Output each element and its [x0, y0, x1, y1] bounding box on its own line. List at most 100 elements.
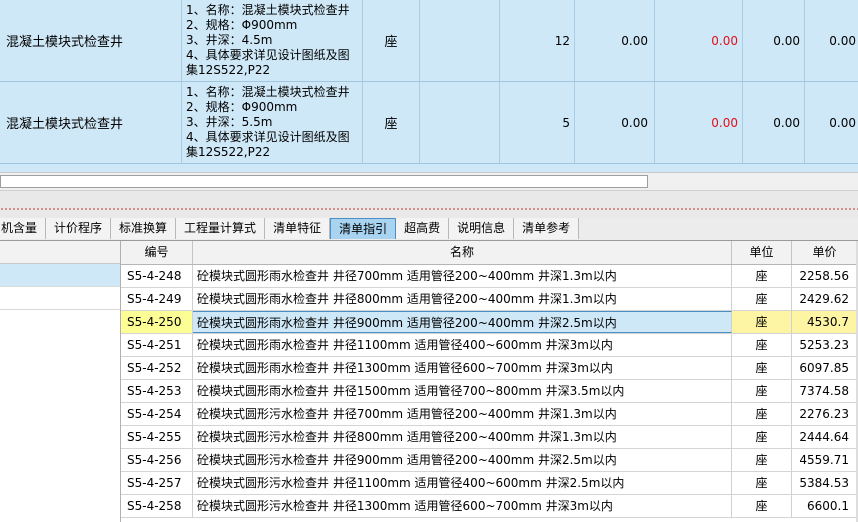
- quota-code: S5-4-250: [121, 311, 193, 333]
- table-row[interactable]: S5-4-256 砼模块式圆形污水检查井 井径900mm 适用管径200~400m…: [121, 449, 858, 472]
- value-cell: 0.00: [805, 0, 858, 81]
- empty-cell: [420, 82, 500, 163]
- quota-name: 砼模块式圆形雨水检查井 井径1300mm 适用管径600~700mm 井深3m以…: [193, 357, 732, 379]
- quota-unit: 座: [732, 357, 792, 379]
- tab-overheight-fee[interactable]: 超高费: [396, 218, 450, 239]
- table-header: 编号 名称 单位 单价: [121, 241, 858, 265]
- quota-code: S5-4-251: [121, 334, 193, 356]
- quota-unit: 座: [732, 472, 792, 494]
- quota-unit: 座: [732, 311, 792, 333]
- value-cell-red: 0.00: [655, 82, 743, 163]
- quota-unit: 座: [732, 265, 792, 287]
- item-description: 1、名称：混凝土模块式检查井 2、规格：Φ900mm 3、井深：4.5m 4、具…: [182, 0, 363, 81]
- table-row[interactable]: S5-4-254 砼模块式圆形污水检查井 井径700mm 适用管径200~400m…: [121, 403, 858, 426]
- quota-name: 砼模块式圆形污水检查井 井径800mm 适用管径200~400mm 井深1.3m…: [193, 426, 732, 448]
- quota-price: 4559.71: [792, 449, 858, 471]
- quota-unit: 座: [732, 288, 792, 310]
- quota-price: 2276.23: [792, 403, 858, 425]
- quota-code: S5-4-248: [121, 265, 193, 287]
- bill-row[interactable]: 混凝土模块式检查井 1、名称：混凝土模块式检查井 2、规格：Φ900mm 3、井…: [0, 82, 858, 164]
- quota-name: 砼模块式圆形污水检查井 井径900mm 适用管径200~400mm 井深2.5m…: [193, 449, 732, 471]
- tab-machine-content[interactable]: 机含量: [0, 218, 47, 239]
- table-row[interactable]: S5-4-251 砼模块式圆形雨水检查井 井径1100mm 适用管径400~600…: [121, 334, 858, 357]
- table-row-selected[interactable]: S5-4-250 砼模块式圆形雨水检查井 井径900mm 适用管径200~400m…: [121, 311, 858, 334]
- header-code[interactable]: 编号: [121, 241, 193, 264]
- tree-item[interactable]: [0, 287, 120, 310]
- quota-name: 砼模块式圆形雨水检查井 井径700mm 适用管径200~400mm 井深1.3m…: [193, 265, 732, 287]
- horizontal-scrollbar[interactable]: [0, 172, 858, 191]
- value-cell: 0.00: [575, 82, 655, 163]
- scrollbar-thumb[interactable]: [0, 175, 648, 188]
- value-cell: 0.00: [743, 0, 805, 81]
- quota-code: S5-4-253: [121, 380, 193, 402]
- quota-name: 砼模块式圆形雨水检查井 井径800mm 适用管径200~400mm 井深1.3m…: [193, 288, 732, 310]
- value-cell: 0.00: [743, 82, 805, 163]
- item-unit: 座: [363, 82, 420, 163]
- value-cell-red: 0.00: [655, 0, 743, 81]
- quota-unit: 座: [732, 495, 792, 517]
- tree-header: [0, 241, 120, 264]
- header-name[interactable]: 名称: [193, 241, 732, 264]
- quota-unit: 座: [732, 426, 792, 448]
- value-cell: 0.00: [575, 0, 655, 81]
- quota-code: S5-4-256: [121, 449, 193, 471]
- quota-table: 编号 名称 单位 单价 S5-4-248 砼模块式圆形雨水检查井 井径700mm …: [121, 241, 858, 522]
- detail-tabs: 机含量 计价程序 标准换算 工程量计算式 清单特征 清单指引 超高费 说明信息 …: [0, 218, 858, 241]
- table-row[interactable]: S5-4-248 砼模块式圆形雨水检查井 井径700mm 适用管径200~400m…: [121, 265, 858, 288]
- quota-price: 4530.7: [792, 311, 858, 333]
- quota-code: S5-4-257: [121, 472, 193, 494]
- quota-price: 2444.64: [792, 426, 858, 448]
- guide-tree-panel: [0, 241, 121, 522]
- quota-price: 6600.1: [792, 495, 858, 517]
- header-price[interactable]: 单价: [792, 241, 858, 264]
- tree-item[interactable]: [0, 264, 120, 287]
- quota-name: 砼模块式圆形污水检查井 井径700mm 适用管径200~400mm 井深1.3m…: [193, 403, 732, 425]
- quota-price: 2258.56: [792, 265, 858, 287]
- quota-unit: 座: [732, 449, 792, 471]
- tab-description-info[interactable]: 说明信息: [449, 218, 515, 239]
- item-name: 混凝土模块式检查井: [0, 82, 182, 163]
- splitter-grip: [0, 208, 858, 210]
- quota-code: S5-4-254: [121, 403, 193, 425]
- quota-name: 砼模块式圆形雨水检查井 井径1100mm 适用管径400~600mm 井深3m以…: [193, 334, 732, 356]
- tab-quantity-formula[interactable]: 工程量计算式: [176, 218, 266, 239]
- quota-unit: 座: [732, 380, 792, 402]
- tab-bill-reference[interactable]: 清单参考: [514, 218, 580, 239]
- quota-price: 6097.85: [792, 357, 858, 379]
- quota-name: 砼模块式圆形雨水检查井 井径900mm 适用管径200~400mm 井深2.5m…: [193, 311, 732, 333]
- quota-name: 砼模块式圆形污水检查井 井径1100mm 适用管径400~600mm 井深2.5…: [193, 472, 732, 494]
- quota-name: 砼模块式圆形雨水检查井 井径1500mm 适用管径700~800mm 井深3.5…: [193, 380, 732, 402]
- item-unit: 座: [363, 0, 420, 81]
- table-row[interactable]: S5-4-258 砼模块式圆形污水检查井 井径1300mm 适用管径600~700…: [121, 495, 858, 518]
- bill-row[interactable]: 混凝土模块式检查井 1、名称：混凝土模块式检查井 2、规格：Φ900mm 3、井…: [0, 0, 858, 82]
- table-row[interactable]: S5-4-252 砼模块式圆形雨水检查井 井径1300mm 适用管径600~700…: [121, 357, 858, 380]
- quota-code: S5-4-255: [121, 426, 193, 448]
- tab-pricing-procedure[interactable]: 计价程序: [46, 218, 112, 239]
- table-row[interactable]: S5-4-257 砼模块式圆形污水检查井 井径1100mm 适用管径400~600…: [121, 472, 858, 495]
- item-quantity: 12: [500, 0, 575, 81]
- header-unit[interactable]: 单位: [732, 241, 792, 264]
- table-row[interactable]: S5-4-255 砼模块式圆形污水检查井 井径800mm 适用管径200~400m…: [121, 426, 858, 449]
- quota-price: 5384.53: [792, 472, 858, 494]
- item-name: 混凝土模块式检查井: [0, 0, 182, 81]
- bill-items-grid: 混凝土模块式检查井 1、名称：混凝土模块式检查井 2、规格：Φ900mm 3、井…: [0, 0, 858, 172]
- quota-unit: 座: [732, 334, 792, 356]
- item-quantity: 5: [500, 82, 575, 163]
- quota-code: S5-4-258: [121, 495, 193, 517]
- empty-cell: [420, 0, 500, 81]
- item-description: 1、名称：混凝土模块式检查井 2、规格：Φ900mm 3、井深：5.5m 4、具…: [182, 82, 363, 163]
- quota-price: 5253.23: [792, 334, 858, 356]
- quota-unit: 座: [732, 403, 792, 425]
- quota-price: 2429.62: [792, 288, 858, 310]
- quota-code: S5-4-249: [121, 288, 193, 310]
- table-row[interactable]: S5-4-249 砼模块式圆形雨水检查井 井径800mm 适用管径200~400m…: [121, 288, 858, 311]
- tab-bill-features[interactable]: 清单特征: [265, 218, 331, 239]
- table-row[interactable]: S5-4-253 砼模块式圆形雨水检查井 井径1500mm 适用管径700~800…: [121, 380, 858, 403]
- quota-price: 7374.58: [792, 380, 858, 402]
- quota-name: 砼模块式圆形污水检查井 井径1300mm 适用管径600~700mm 井深3m以…: [193, 495, 732, 517]
- tab-standard-conversion[interactable]: 标准换算: [111, 218, 177, 239]
- tab-bill-guide[interactable]: 清单指引: [330, 218, 397, 239]
- panel-splitter[interactable]: [0, 190, 858, 219]
- quota-code: S5-4-252: [121, 357, 193, 379]
- value-cell: 0.00: [805, 82, 858, 163]
